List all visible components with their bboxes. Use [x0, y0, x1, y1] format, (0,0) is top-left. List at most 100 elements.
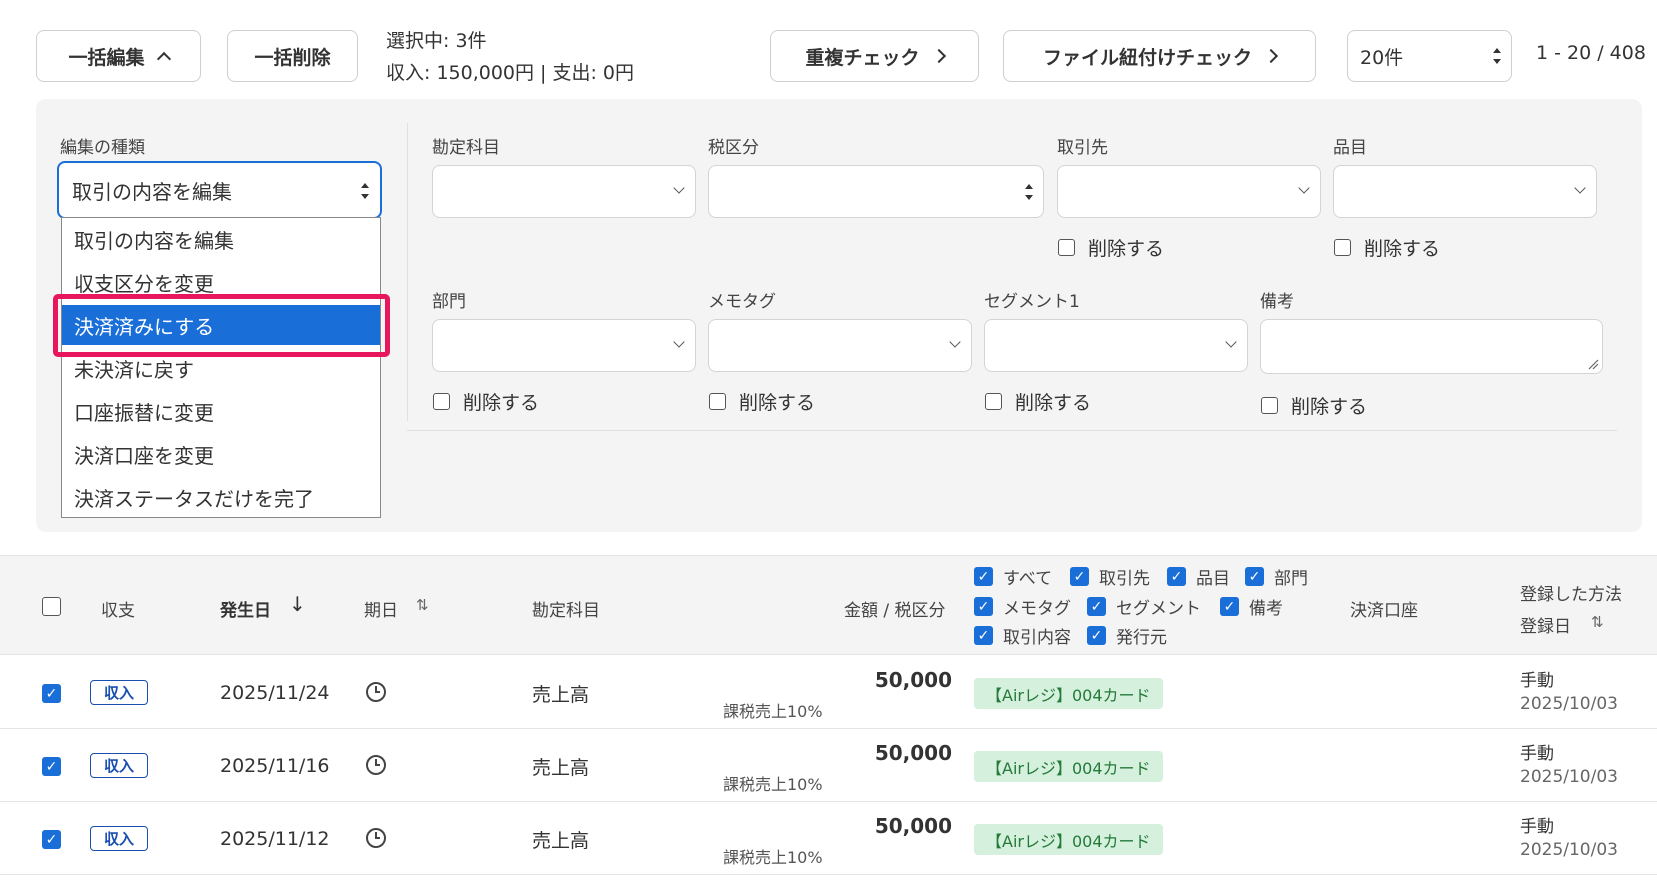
- row-checkbox[interactable]: ✓: [42, 830, 61, 849]
- col-option-label: 取引先: [1099, 569, 1150, 589]
- col-option-note[interactable]: ✓ 備考: [1220, 594, 1283, 619]
- clock-icon[interactable]: [366, 755, 386, 775]
- account-select[interactable]: [432, 165, 696, 218]
- selected-summary: 収入: 150,000円 | 支出: 0円: [386, 62, 635, 84]
- header-type: 収支: [101, 601, 135, 621]
- row-amount: 50,000: [874, 814, 952, 838]
- chevron-down-icon: [1574, 182, 1586, 194]
- sort-icon[interactable]: ⇅: [1591, 613, 1604, 631]
- selection-info: 選択中: 3件 収入: 150,000円 | 支出: 0円: [386, 25, 634, 89]
- row-date: 2025/11/12: [220, 828, 330, 850]
- partner-delete-checkbox[interactable]: 削除する: [1058, 234, 1164, 261]
- duplicate-check-label: 重複チェック: [805, 46, 920, 69]
- type-badge: 収入: [90, 680, 148, 705]
- select-arrows-icon: [1493, 48, 1501, 64]
- department-label: 部門: [432, 292, 466, 312]
- segment-label: セグメント1: [984, 292, 1080, 312]
- department-select[interactable]: [432, 319, 696, 372]
- bulk-delete-label: 一括削除: [254, 46, 331, 69]
- dropdown-option[interactable]: 決済口座を変更: [62, 434, 380, 474]
- note-delete-checkbox[interactable]: 削除する: [1261, 392, 1367, 419]
- select-all-checkbox[interactable]: [42, 597, 61, 616]
- per-page-value: 20件: [1360, 46, 1404, 69]
- segment-select[interactable]: [984, 319, 1248, 372]
- sort-icon[interactable]: ⇅: [416, 596, 429, 614]
- row-checkbox[interactable]: ✓: [42, 757, 61, 776]
- check-icon: ✓: [1087, 626, 1106, 645]
- row-account: 売上高: [532, 684, 590, 706]
- check-icon: ✓: [1245, 567, 1264, 586]
- type-badge: 収入: [90, 826, 148, 851]
- chevron-right-icon: [1263, 48, 1279, 64]
- select-arrows-icon: [361, 183, 369, 199]
- file-link-check-button[interactable]: ファイル紐付けチェック: [1003, 30, 1316, 82]
- check-icon: ✓: [1087, 597, 1106, 616]
- row-method: 手動: [1520, 671, 1554, 691]
- row-method: 手動: [1520, 744, 1554, 764]
- memo-tag-delete-checkbox[interactable]: 削除する: [709, 388, 815, 415]
- checkbox-icon: [709, 393, 726, 410]
- col-option-issuer[interactable]: ✓ 発行元: [1087, 623, 1167, 648]
- col-option-memo-tag[interactable]: ✓ メモタグ: [974, 594, 1071, 619]
- per-page-select[interactable]: 20件: [1347, 30, 1512, 82]
- item-delete-checkbox[interactable]: 削除する: [1334, 234, 1440, 261]
- clock-icon[interactable]: [366, 682, 386, 702]
- table-header: 収支 発生日 ↓ 期日 ⇅ 勘定科目 金額 / 税区分 ✓ すべて ✓ 取引先 …: [0, 555, 1657, 655]
- col-option-segment[interactable]: ✓ セグメント: [1087, 594, 1201, 619]
- segment-delete-checkbox[interactable]: 削除する: [985, 388, 1091, 415]
- col-option-partner[interactable]: ✓ 取引先: [1070, 564, 1150, 589]
- edit-kind-label: 編集の種類: [60, 138, 145, 158]
- row-tax: 課税売上10%: [723, 848, 823, 867]
- header-account: 勘定科目: [532, 601, 600, 621]
- header-date[interactable]: 発生日: [220, 596, 271, 621]
- partner-select[interactable]: [1057, 165, 1321, 218]
- table-row[interactable]: ✓ 収入 2025/11/24 売上高 50,000 課税売上10% 【Airレ…: [0, 656, 1657, 729]
- checkbox-icon: [1261, 397, 1278, 414]
- row-account: 売上高: [532, 830, 590, 852]
- check-icon: ✓: [1220, 597, 1239, 616]
- department-delete-checkbox[interactable]: 削除する: [433, 388, 539, 415]
- table-row[interactable]: ✓ 収入 2025/11/12 売上高 50,000 課税売上10% 【Airレ…: [0, 802, 1657, 875]
- memo-tag-select[interactable]: [708, 319, 972, 372]
- duplicate-check-button[interactable]: 重複チェック: [770, 30, 979, 82]
- edit-kind-dropdown: 取引の内容を編集 収支区分を変更 決済済みにする 未決済に戻す 口座振替に変更 …: [61, 217, 381, 518]
- table-row[interactable]: ✓ 収入 2025/11/16 売上高 50,000 課税売上10% 【Airレ…: [0, 729, 1657, 802]
- chevron-down-icon: [673, 182, 685, 194]
- col-option-label: セグメント: [1116, 599, 1201, 619]
- row-checkbox[interactable]: ✓: [42, 684, 61, 703]
- col-option-item[interactable]: ✓ 品目: [1167, 564, 1230, 589]
- chevron-down-icon: [949, 336, 961, 348]
- col-option-label: メモタグ: [1003, 599, 1071, 619]
- bulk-edit-button[interactable]: 一括編集: [36, 30, 201, 82]
- item-select[interactable]: [1333, 165, 1597, 218]
- col-option-label: 取引内容: [1003, 628, 1071, 648]
- header-register-date[interactable]: 登録日: [1520, 612, 1571, 637]
- dropdown-option[interactable]: 取引の内容を編集: [62, 219, 380, 259]
- bulk-delete-button[interactable]: 一括削除: [227, 30, 358, 82]
- note-textarea[interactable]: [1260, 319, 1603, 374]
- checkbox-icon: [1334, 239, 1351, 256]
- tax-select[interactable]: [708, 165, 1044, 218]
- header-payment-account: 決済口座: [1350, 601, 1418, 621]
- panel-divider: [407, 430, 1617, 431]
- clock-icon[interactable]: [366, 828, 386, 848]
- delete-label: 削除する: [463, 392, 540, 414]
- col-option-department[interactable]: ✓ 部門: [1245, 564, 1308, 589]
- chevron-down-icon: [1298, 182, 1310, 194]
- checkbox-icon: [433, 393, 450, 410]
- highlight-frame: [53, 294, 390, 357]
- row-reg-date: 2025/10/03: [1520, 694, 1618, 714]
- col-option-all[interactable]: ✓ すべて: [974, 564, 1052, 589]
- dropdown-option[interactable]: 決済ステータスだけを完了: [62, 477, 380, 517]
- sort-desc-icon[interactable]: ↓: [289, 592, 306, 616]
- tax-label: 税区分: [708, 138, 759, 158]
- edit-kind-value: 取引の内容を編集: [72, 179, 232, 204]
- header-due[interactable]: 期日: [364, 596, 398, 621]
- row-tax: 課税売上10%: [723, 775, 823, 794]
- pagination-text: 1 - 20 / 408: [1536, 42, 1646, 64]
- selected-count: 選択中: 3件: [386, 30, 487, 52]
- col-option-description[interactable]: ✓ 取引内容: [974, 623, 1071, 648]
- edit-kind-select[interactable]: 取引の内容を編集: [57, 161, 382, 219]
- dropdown-option[interactable]: 口座振替に変更: [62, 391, 380, 431]
- delete-label: 削除する: [1364, 238, 1441, 260]
